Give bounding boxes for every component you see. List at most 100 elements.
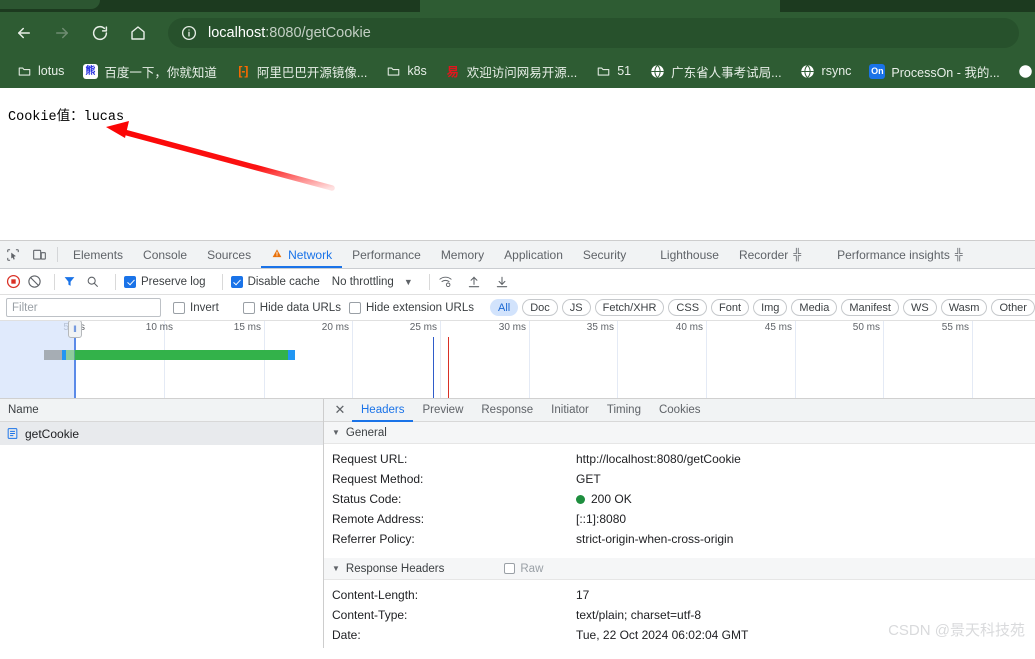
preserve-log-checkbox[interactable]: Preserve log (124, 276, 206, 288)
bookmark-k8s[interactable]: k8s (377, 59, 434, 83)
tab-label: Performance (352, 248, 421, 262)
disable-cache-checkbox[interactable]: Disable cache (231, 276, 320, 288)
bookmark-rsync[interactable]: rsync (792, 59, 860, 83)
address-bar[interactable]: localhost:8080/getCookie (168, 18, 1019, 48)
tab-performance[interactable]: Performance (342, 241, 431, 268)
divider (115, 274, 116, 290)
filter-input[interactable] (6, 298, 161, 317)
network-filter-bar: Invert Hide data URLs Hide extension URL… (0, 295, 1035, 321)
clear-icon[interactable] (27, 274, 42, 289)
network-overview-timeline[interactable]: 5 ms 10 ms 15 ms 20 ms 25 ms 30 ms 35 ms… (0, 321, 1035, 399)
type-filter-wasm[interactable]: Wasm (941, 299, 988, 316)
invert-checkbox[interactable]: Invert (173, 302, 219, 314)
close-icon[interactable]: ✕ (328, 402, 352, 418)
tab-recorder[interactable]: Recorder ╬ (729, 241, 811, 268)
detail-tab-headers[interactable]: Headers (352, 399, 413, 422)
bookmark-lotus[interactable]: lotus (8, 59, 72, 83)
url-host: localhost (208, 25, 265, 41)
bookmark-label: lotus (38, 64, 64, 78)
type-filter-other[interactable]: Other (991, 299, 1035, 316)
detail-key: Date: (324, 628, 576, 642)
bookmark-guangdong-exam[interactable]: 广东省人事考试局... (641, 59, 789, 83)
type-filter-img[interactable]: Img (753, 299, 787, 316)
detail-tab-initiator[interactable]: Initiator (542, 399, 598, 422)
type-filter-manifest[interactable]: Manifest (841, 299, 899, 316)
type-filter-doc[interactable]: Doc (522, 299, 558, 316)
raw-toggle[interactable]: Raw (504, 563, 543, 575)
tab-application[interactable]: Application (494, 241, 573, 268)
filter-funnel-icon[interactable] (63, 275, 76, 288)
overview-selection-grip[interactable]: ‖ (68, 321, 82, 338)
tab-lighthouse[interactable]: Lighthouse (650, 241, 729, 268)
bookmark-overflow[interactable] (1010, 59, 1035, 83)
chip-label: Other (999, 302, 1027, 314)
hide-extension-urls-checkbox[interactable]: Hide extension URLs (349, 302, 474, 314)
search-icon[interactable] (86, 275, 99, 288)
bookmark-processon[interactable]: On ProcessOn - 我的... (861, 59, 1007, 83)
detail-tab-cookies[interactable]: Cookies (650, 399, 710, 422)
inspect-element-icon[interactable] (0, 241, 26, 268)
record-stop-icon[interactable] (6, 274, 21, 289)
download-har-icon[interactable] (495, 275, 509, 289)
detail-tab-preview[interactable]: Preview (413, 399, 472, 422)
flask-icon: ╬ (793, 249, 801, 261)
browser-tab-active[interactable] (420, 0, 780, 12)
tab-network[interactable]: Network (261, 241, 342, 268)
detail-value: [::1]:8080 (576, 512, 626, 526)
overview-selection-window[interactable] (0, 321, 75, 399)
invert-label: Invert (190, 302, 219, 314)
column-header-name: Name (8, 404, 39, 416)
detail-value[interactable]: http://localhost:8080/getCookie (576, 452, 741, 466)
browser-tab-inactive[interactable] (0, 0, 100, 9)
general-section-header[interactable]: ▼ General (324, 422, 1035, 444)
type-filter-media[interactable]: Media (791, 299, 837, 316)
tab-sources[interactable]: Sources (197, 241, 261, 268)
hide-data-urls-checkbox[interactable]: Hide data URLs (243, 302, 341, 314)
warning-triangle-icon (271, 248, 283, 262)
reload-icon[interactable] (86, 19, 114, 47)
folder-icon (595, 63, 611, 79)
tab-security[interactable]: Security (573, 241, 636, 268)
detail-key: Referrer Policy: (324, 532, 576, 546)
folder-icon (385, 63, 401, 79)
wifi-settings-icon[interactable] (438, 275, 453, 288)
info-circle-icon[interactable] (180, 24, 198, 42)
tab-elements[interactable]: Elements (63, 241, 133, 268)
detail-tab-response[interactable]: Response (472, 399, 542, 422)
tab-performance-insights[interactable]: Performance insights ╬ (827, 241, 973, 268)
type-filter-css[interactable]: CSS (668, 299, 707, 316)
table-row[interactable]: getCookie (0, 422, 323, 445)
bookmark-baidu[interactable]: 熊 百度一下，你就知道 (74, 59, 225, 83)
home-icon[interactable] (124, 19, 152, 47)
detail-key: Request URL: (324, 452, 576, 466)
throttling-select[interactable]: No throttling ▼ (328, 276, 413, 288)
bookmark-label: k8s (407, 64, 426, 78)
bookmark-51[interactable]: 51 (587, 59, 639, 83)
type-filter-all[interactable]: All (490, 299, 518, 316)
detail-tab-timing[interactable]: Timing (598, 399, 650, 422)
chip-label: Media (799, 302, 829, 314)
upload-har-icon[interactable] (467, 275, 481, 289)
response-headers-section-header[interactable]: ▼ Response Headers Raw (324, 558, 1035, 580)
tab-label: Elements (73, 248, 123, 262)
tab-label: Cookies (659, 404, 701, 416)
detail-value-status: 200 OK (576, 492, 632, 506)
type-filter-fetch-xhr[interactable]: Fetch/XHR (595, 299, 665, 316)
type-filter-font[interactable]: Font (711, 299, 749, 316)
tab-memory[interactable]: Memory (431, 241, 494, 268)
detail-key: Request Method: (324, 472, 576, 486)
device-toolbar-icon[interactable] (26, 241, 52, 268)
request-list-header[interactable]: Name (0, 399, 323, 422)
type-filter-ws[interactable]: WS (903, 299, 937, 316)
tab-console[interactable]: Console (133, 241, 197, 268)
raw-label: Raw (520, 563, 543, 575)
detail-value: GET (576, 472, 601, 486)
chip-label: All (498, 302, 510, 314)
chevron-down-icon: ▼ (332, 428, 340, 437)
bookmark-alibaba-mirror[interactable]: [-] 阿里巴巴开源镜像... (227, 59, 375, 83)
tab-label: Recorder (739, 248, 788, 262)
csdn-watermark: CSDN @景天科技苑 (888, 619, 1025, 640)
bookmark-netease[interactable]: 易 欢迎访问网易开源... (437, 59, 585, 83)
type-filter-js[interactable]: JS (562, 299, 591, 316)
back-icon[interactable] (10, 19, 38, 47)
